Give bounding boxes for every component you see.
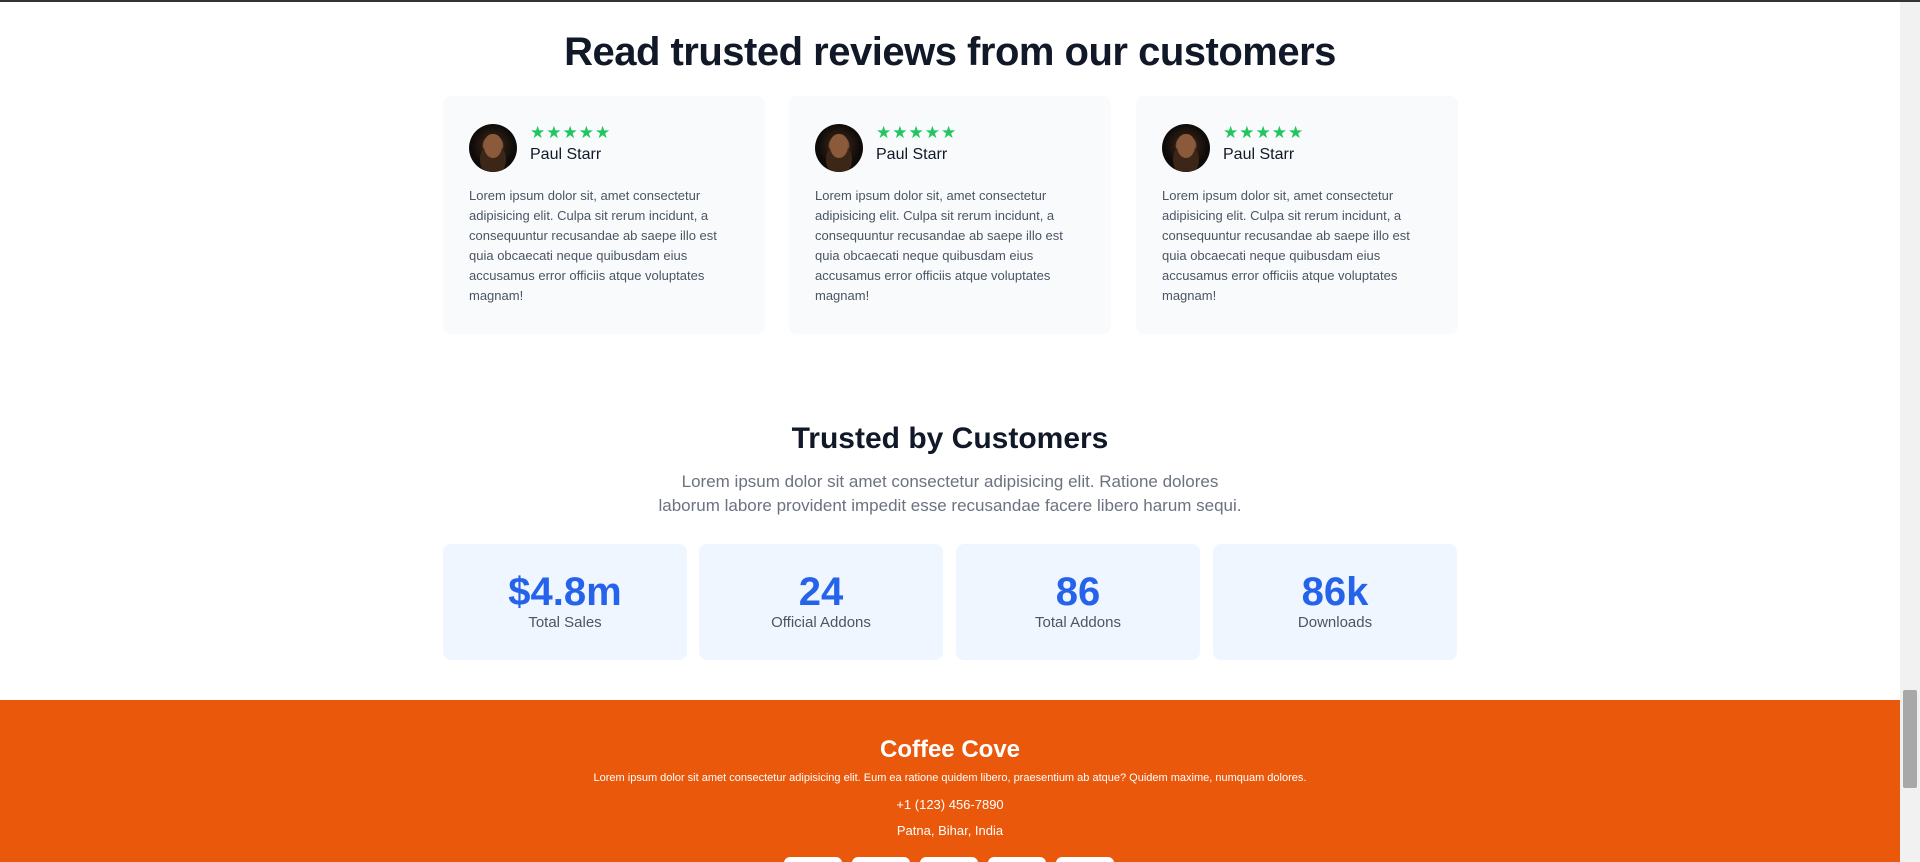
avatar [469, 124, 517, 172]
star-rating-icon: ★★★★★ [530, 123, 612, 142]
stat-card-official-addons: 24 Official Addons [699, 544, 943, 660]
footer-location: Patna, Bihar, India [896, 823, 1004, 838]
stat-label: Total Sales [528, 614, 602, 631]
reviewer-name: Paul Starr [530, 146, 602, 163]
trusted-subtitle: Lorem ipsum dolor sit amet consectetur a… [658, 472, 1242, 515]
stat-value: 86 [1055, 570, 1101, 614]
trusted-title: Trusted by Customers [791, 422, 1109, 455]
avatar [1162, 124, 1210, 172]
footer-description: Lorem ipsum dolor sit amet consectetur a… [593, 772, 1307, 784]
avatar [815, 124, 863, 172]
scrollbar-thumb[interactable] [1903, 690, 1917, 788]
review-text: Lorem ipsum dolor sit, amet consectetur … [815, 188, 1063, 303]
review-text: Lorem ipsum dolor sit, amet consectetur … [469, 188, 717, 303]
vertical-scrollbar[interactable] [1900, 2, 1920, 862]
footer-brand: Coffee Cove [879, 736, 1021, 763]
reviewer-name: Paul Starr [1223, 146, 1295, 163]
footer-phone: +1 (123) 456-7890 [896, 797, 1004, 812]
stat-card-total-addons: 86 Total Addons [956, 544, 1200, 660]
stat-card-total-sales: $4.8m Total Sales [443, 544, 687, 660]
social-links [784, 857, 1114, 862]
page: Read trusted reviews from our customers … [0, 0, 1920, 862]
star-rating-icon: ★★★★★ [876, 123, 958, 142]
page-content: Read trusted reviews from our customers … [0, 2, 1900, 862]
footer: Coffee Cove Lorem ipsum dolor sit amet c… [0, 700, 1900, 862]
social-link-button[interactable] [1056, 857, 1114, 862]
social-link-button[interactable] [920, 857, 978, 862]
stat-value: 86k [1301, 570, 1369, 614]
stat-card-downloads: 86k Downloads [1213, 544, 1457, 660]
social-link-button[interactable] [852, 857, 910, 862]
stat-value: 24 [798, 570, 844, 614]
stat-label: Downloads [1297, 614, 1373, 631]
reviews-title: Read trusted reviews from our customers [564, 30, 1336, 74]
social-link-button[interactable] [784, 857, 842, 862]
review-text: Lorem ipsum dolor sit, amet consectetur … [1162, 188, 1410, 303]
stat-value: $4.8m [508, 570, 622, 614]
social-link-button[interactable] [988, 857, 1046, 862]
star-rating-icon: ★★★★★ [1223, 123, 1305, 142]
stat-label: Total Addons [1035, 614, 1121, 631]
stat-label: Official Addons [771, 614, 871, 631]
reviewer-name: Paul Starr [876, 146, 948, 163]
review-card: ★★★★★ Paul Starr Lorem ipsum dolor sit, … [789, 96, 1111, 334]
review-card: ★★★★★ Paul Starr Lorem ipsum dolor sit, … [443, 96, 765, 334]
review-card: ★★★★★ Paul Starr Lorem ipsum dolor sit, … [1136, 96, 1458, 334]
